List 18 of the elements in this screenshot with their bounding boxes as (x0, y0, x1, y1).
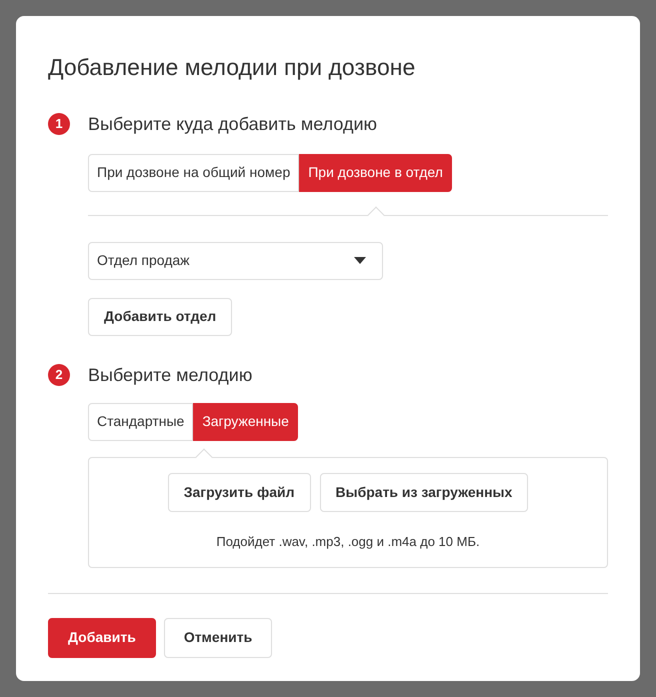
tab[interactable]: Стандартные (88, 402, 194, 440)
tab[interactable]: Загруженные (193, 402, 298, 440)
dialog-title: Добавление мелодии при дозвоне (48, 53, 416, 82)
add-department-button[interactable]: Добавить отдел (88, 298, 232, 336)
cancel-button[interactable]: Отменить (164, 618, 272, 658)
step-title: Выберите куда добавить мелодию (88, 112, 378, 136)
upload-option-button[interactable]: Выбрать из загруженных (320, 472, 528, 512)
step-title: Выберите мелодию (88, 364, 252, 387)
select-value: Отдел продаж (97, 251, 190, 270)
department-select[interactable]: Отдел продаж (88, 242, 383, 280)
upload-option-button[interactable]: Загрузить файл (168, 472, 311, 512)
step-number-badge: 1 (48, 113, 70, 135)
dropdown-caret-icon (354, 256, 366, 264)
format-hint: Подойдет .wav, .mp3, .ogg и .m4a до 10 МБ. (216, 532, 480, 551)
tab[interactable]: При дозвоне в отдел (299, 154, 452, 192)
step-number-badge: 2 (48, 364, 70, 386)
tab[interactable]: При дозвоне на общий номер (88, 154, 300, 192)
add-button[interactable]: Добавить (48, 618, 156, 658)
